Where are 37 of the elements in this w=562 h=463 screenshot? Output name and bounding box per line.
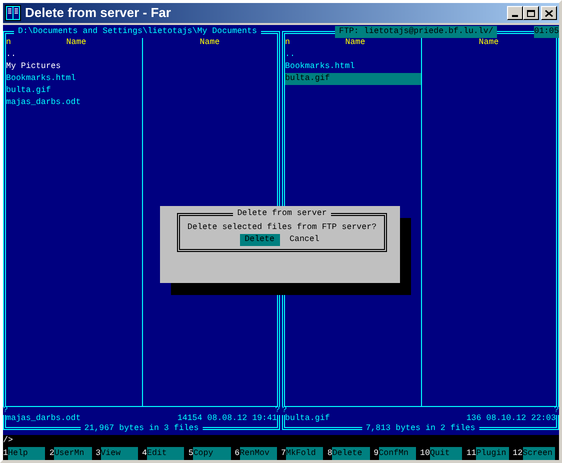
file-name: bulta.gif [285, 413, 331, 425]
dialog-button[interactable]: Delete [240, 234, 280, 246]
file-item[interactable]: Bookmarks.html [285, 61, 420, 73]
dialog-message: Delete selected files from FTP server? [187, 222, 377, 234]
column-header[interactable]: Name [478, 37, 499, 49]
file-item[interactable]: .. [285, 49, 420, 61]
sort-indicator: n [6, 37, 11, 49]
command-prompt[interactable]: /> [3, 436, 13, 445]
file-item[interactable]: .. [6, 49, 142, 61]
file-date: 08.10.12 [486, 413, 526, 425]
maximize-icon [527, 10, 535, 16]
app-icon [5, 5, 21, 21]
panel-summary: 7,813 bytes in 2 files [362, 423, 480, 435]
panel-summary: 21,967 bytes in 3 files [80, 423, 203, 435]
clock: 01:05 [534, 26, 559, 38]
column-header[interactable]: Name [200, 37, 220, 49]
column-header[interactable]: Name [66, 37, 86, 49]
file-time: 22:03 [531, 413, 556, 425]
file-time: 19:41 [252, 413, 277, 425]
maximize-button[interactable] [523, 6, 539, 20]
sort-indicator: n [285, 37, 290, 49]
file-item[interactable]: majas_darbs.odt [6, 97, 142, 109]
minimize-button[interactable] [507, 6, 523, 20]
close-icon [545, 10, 553, 16]
file-name: majas_darbs.odt [6, 413, 82, 425]
file-item[interactable]: My Pictures [6, 61, 142, 73]
file-item[interactable]: Bookmarks.html [6, 73, 142, 85]
file-date: 08.08.12 [207, 413, 248, 425]
panel-path: D:\Documents and Settings\lietotajs\My Documents [14, 26, 261, 38]
column-header[interactable]: Name [345, 37, 366, 49]
file-size: 136 [466, 413, 482, 424]
file-item[interactable]: bulta.gif [285, 73, 420, 85]
panel-path: FTP: lietotajs@priede.bf.lu.lv/ [335, 26, 498, 38]
file-size: 14154 [177, 413, 202, 424]
file-item[interactable]: bulta.gif [6, 85, 142, 97]
close-button[interactable] [541, 6, 557, 20]
window-title: Delete from server - Far [25, 4, 172, 22]
